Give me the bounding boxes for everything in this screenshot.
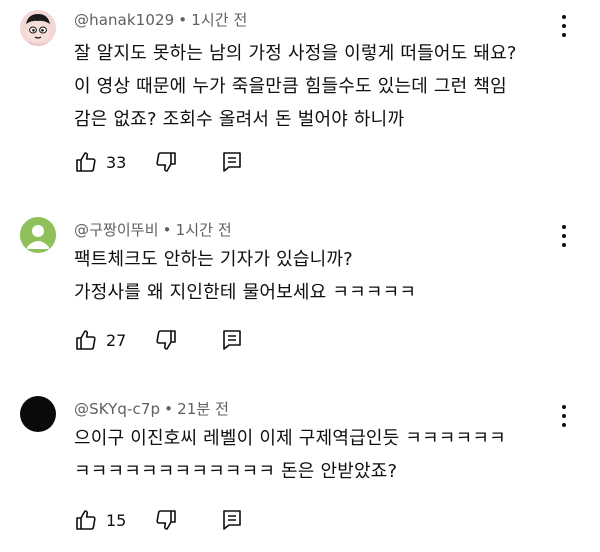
comment-time[interactable]: 1시간 전 <box>176 221 232 239</box>
comment-actions: 27 <box>74 326 244 354</box>
reply-icon <box>223 510 242 530</box>
more-vert-icon[interactable] <box>556 13 572 39</box>
comment-actions: 33 <box>74 148 244 176</box>
author-name[interactable]: @SKYq-c7p <box>74 400 160 418</box>
author-name[interactable]: @구짱이뚜비 <box>74 221 159 239</box>
reply-icon <box>223 152 242 172</box>
like-button[interactable]: 15 <box>74 508 126 532</box>
person-icon <box>20 217 56 253</box>
comment-body: 잘 알지도 못하는 남의 가정 사정을 이렇게 떠들어도 돼요? 이 영상 때문… <box>74 37 574 136</box>
reply-icon <box>223 330 242 350</box>
avatar-dark[interactable] <box>20 396 56 432</box>
comment-line: 으이구 이진호씨 레벨이 이제 구제역급인듯 ㅋㅋㅋㅋㅋㅋ <box>74 428 506 449</box>
thumbs-down-icon <box>156 510 177 530</box>
thumbs-up-icon <box>76 152 96 172</box>
like-count: 33 <box>106 152 127 172</box>
dislike-button[interactable] <box>154 150 178 174</box>
dislike-button[interactable] <box>154 508 178 532</box>
thumbs-up-icon <box>76 330 96 350</box>
reply-button[interactable] <box>220 328 244 352</box>
comment-time[interactable]: 1시간 전 <box>191 11 247 29</box>
dislike-button[interactable] <box>154 328 178 352</box>
comment-meta: @hanak1029 • 1시간 전 <box>74 9 247 30</box>
comment-actions: 15 <box>74 506 244 534</box>
thumbs-down-icon <box>156 330 177 350</box>
comment-meta: @구짱이뚜비 • 1시간 전 <box>74 219 232 240</box>
comment-line: 이 영상 때문에 누가 죽을만큼 힘들수도 있는데 그런 책임 <box>74 76 507 97</box>
comment-line: 가정사를 왜 지인한테 물어보세요 ㅋㅋㅋㅋㅋ <box>74 282 417 303</box>
meta-separator: • <box>164 400 174 418</box>
comment-line: ㅋㅋㅋㅋㅋㅋㅋㅋㅋㅋㅋㅋ 돈은 안받았죠? <box>74 461 398 482</box>
comment-time[interactable]: 21분 전 <box>177 400 229 418</box>
comment-line: 감은 없죠? 조회수 올려서 돈 벌어야 하니까 <box>74 109 405 130</box>
comment-meta: @SKYq-c7p • 21분 전 <box>74 398 229 419</box>
thumbs-down-icon <box>156 152 177 172</box>
like-count: 15 <box>106 510 127 530</box>
like-button[interactable]: 27 <box>74 328 126 352</box>
comment-body: 팩트체크도 안하는 기자가 있습니까? 가정사를 왜 지인한테 물어보세요 ㅋㅋ… <box>74 243 574 309</box>
author-name[interactable]: @hanak1029 <box>74 11 174 29</box>
meta-separator: • <box>162 221 172 239</box>
reply-button[interactable] <box>220 150 244 174</box>
avatar-cartoon[interactable] <box>20 10 56 46</box>
reply-button[interactable] <box>220 508 244 532</box>
like-button[interactable]: 33 <box>74 150 126 174</box>
meta-separator: • <box>178 11 188 29</box>
cartoon-face-icon <box>20 10 56 46</box>
like-count: 27 <box>106 330 127 350</box>
comment-line: 잘 알지도 못하는 남의 가정 사정을 이렇게 떠들어도 돼요? <box>74 43 517 64</box>
comment-body: 으이구 이진호씨 레벨이 이제 구제역급인듯 ㅋㅋㅋㅋㅋㅋ ㅋㅋㅋㅋㅋㅋㅋㅋㅋㅋ… <box>74 422 574 488</box>
comment-line: 팩트체크도 안하는 기자가 있습니까? <box>74 249 353 270</box>
thumbs-up-icon <box>76 510 96 530</box>
avatar-default[interactable] <box>20 217 56 253</box>
